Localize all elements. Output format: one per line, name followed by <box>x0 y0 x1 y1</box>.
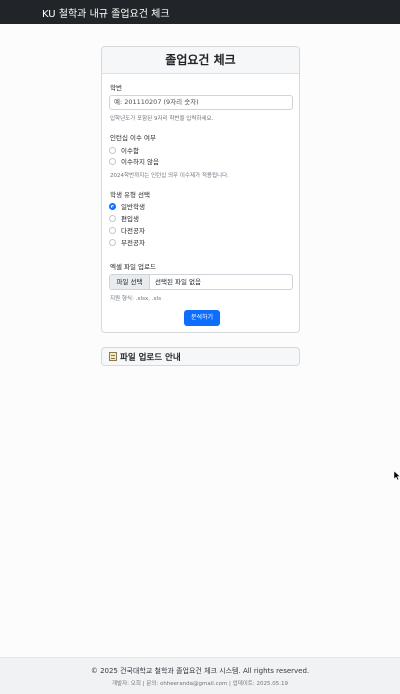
student-id-help: 입학년도가 포함된 9자리 학번을 입력하세요. <box>110 116 214 122</box>
radio-button[interactable] <box>109 215 116 222</box>
footer-copyright: © 2025 건국대학교 철학과 졸업요건 체크 시스템. All rights… <box>90 667 310 675</box>
radio-button[interactable] <box>109 227 116 234</box>
radio-label: 이수함 <box>121 147 139 155</box>
footer-credits: 개발자: 오희 | 문의: ohheeranda@gmail.com | 업데이… <box>111 681 288 687</box>
radio-button[interactable] <box>109 239 116 246</box>
form-title: 졸업요건 체크 <box>165 53 236 67</box>
upload-guide-title[interactable]: 파일 업로드 안내 <box>120 351 181 363</box>
student-type-label: 학생 유형 선택 <box>110 191 151 199</box>
navbar-brand[interactable]: KU 철학과 내규 졸업요건 체크 <box>42 5 170 20</box>
selected-file-name: 선택된 파일 없음 <box>155 278 201 286</box>
internship-label: 인턴십 이수 여부 <box>110 134 156 142</box>
radio-button-checked[interactable] <box>109 203 116 210</box>
file-format-help: 지원 형식: .xlsx, .xls <box>110 296 162 302</box>
radio-label: 일반학생 <box>121 203 145 211</box>
radio-button[interactable] <box>109 158 116 165</box>
internship-help: 2024학번까지는 인턴십 의무 이수제가 적용됩니다. <box>110 173 229 179</box>
radio-label: 부전공자 <box>121 239 145 247</box>
file-upload-label: 엑셀 파일 업로드 <box>110 263 156 271</box>
student-id-input[interactable]: 예: 201110207 (9자리 숫자) <box>109 95 293 110</box>
top-navbar: KU 철학과 내규 졸업요건 체크 <box>0 0 400 24</box>
form-header: 졸업요건 체크 <box>102 47 299 74</box>
radio-label: 편입생 <box>121 215 139 223</box>
analyze-button[interactable]: 분석하기 <box>184 310 220 326</box>
mouse-cursor-icon <box>394 471 400 481</box>
radio-label: 이수하지 않음 <box>121 158 159 166</box>
graduation-check-form: 졸업요건 체크 학번 예: 201110207 (9자리 숫자) 입학년도가 포… <box>101 46 300 333</box>
page-footer: © 2025 건국대학교 철학과 졸업요건 체크 시스템. All rights… <box>0 657 400 694</box>
memo-icon <box>109 352 117 361</box>
file-input[interactable]: 파일 선택 선택된 파일 없음 <box>109 274 293 290</box>
upload-guide-panel[interactable]: 파일 업로드 안내 <box>101 347 300 366</box>
choose-file-button[interactable]: 파일 선택 <box>110 275 150 289</box>
radio-button[interactable] <box>109 147 116 154</box>
student-id-label: 학번 <box>110 84 122 92</box>
radio-label: 다전공자 <box>121 227 145 235</box>
